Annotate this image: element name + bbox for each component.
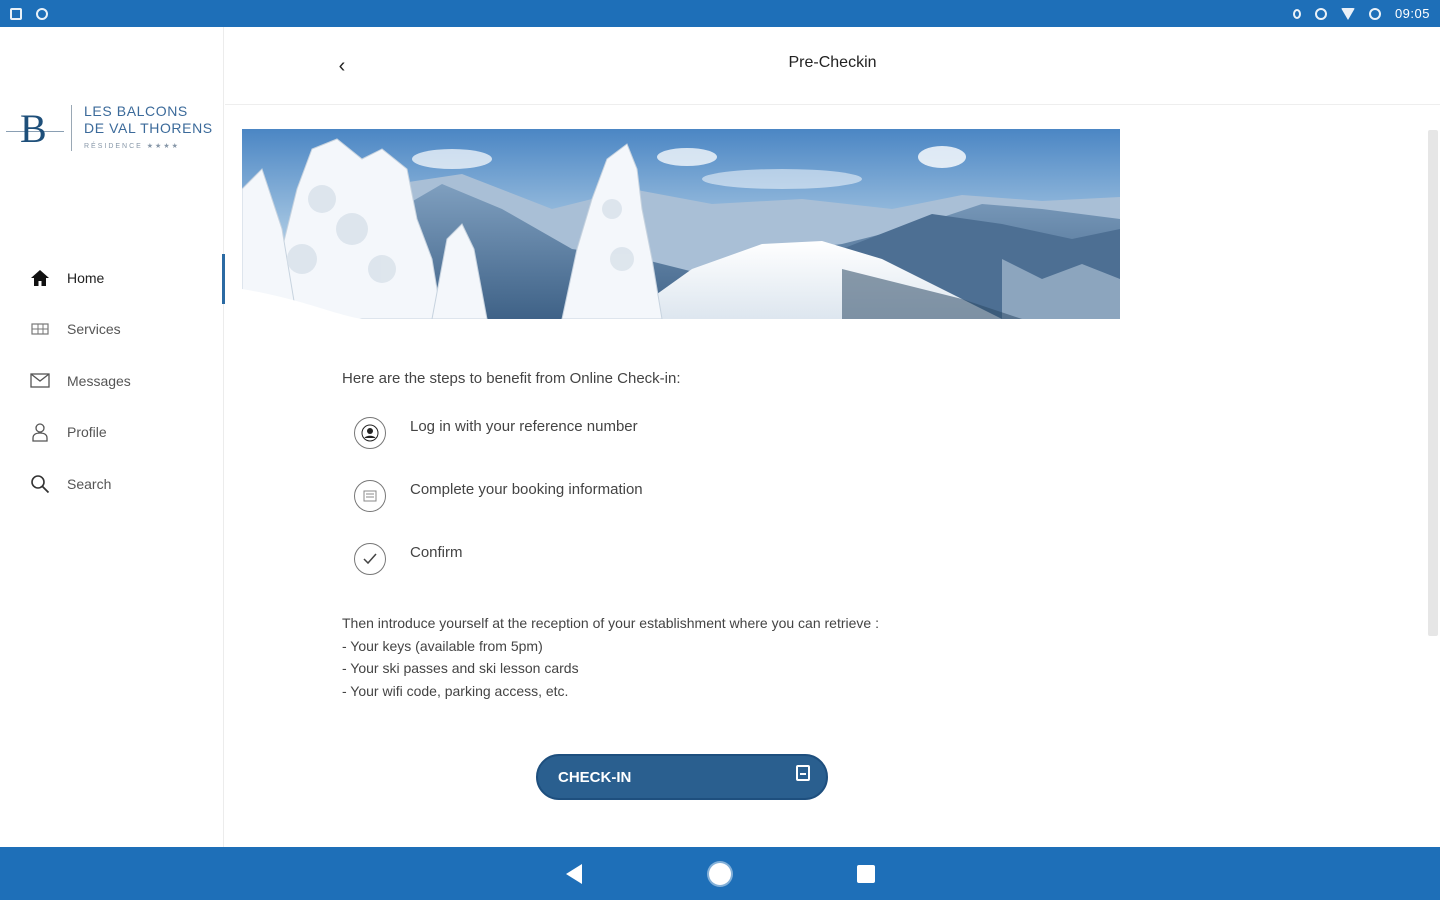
checkin-button-label: CHECK-IN (558, 768, 632, 786)
home-circle-icon (709, 862, 731, 885)
mail-icon (29, 371, 51, 391)
battery-icon (1368, 7, 1381, 20)
brand-logo[interactable]: B LES BALCONS DE VAL THORENS RÉSIDENCE ★… (0, 99, 224, 169)
person-icon (29, 422, 51, 442)
wifi-icon (1340, 7, 1355, 20)
form-icon (354, 480, 386, 512)
logo-letter: B (20, 106, 47, 151)
search-icon (29, 474, 51, 494)
android-nav-bar (0, 847, 1440, 900)
status-right: 09:05 (1292, 6, 1430, 21)
gallery-notification-icon (10, 7, 22, 20)
logo-divider (71, 105, 72, 151)
retrieve-intro: Then introduce yourself at the reception… (342, 615, 879, 631)
home-icon (29, 268, 51, 288)
sidebar-item-services[interactable]: Services (0, 304, 224, 356)
status-left (10, 7, 48, 20)
check-icon (354, 543, 386, 575)
user-icon (354, 417, 386, 449)
retrieve-item: - Your wifi code, parking access, etc. (342, 682, 569, 699)
step-label: Complete your booking information (410, 481, 643, 498)
sidebar-item-label: Profile (67, 424, 107, 441)
page-header: ‹ Pre-Checkin (225, 27, 1440, 105)
sidebar-item-label: Messages (67, 372, 131, 389)
data-saver-icon (1314, 7, 1327, 20)
step-label: Log in with your reference number (410, 418, 638, 435)
sidebar-item-search[interactable]: Search (0, 458, 224, 510)
checkin-button[interactable]: CHECK-IN (536, 754, 828, 800)
brand-subtitle: RÉSIDENCE ★★★★ (84, 143, 180, 150)
steps-list: Log in with your reference number Comple… (342, 412, 643, 601)
services-icon (29, 319, 51, 339)
sidebar-item-label: Services (67, 321, 121, 338)
brand-name: LES BALCONS DE VAL THORENS (84, 103, 213, 137)
page-title: Pre-Checkin (225, 54, 1440, 72)
nav-back-button[interactable] (559, 859, 589, 889)
scrollbar[interactable] (1428, 130, 1438, 636)
app-notification-icon (36, 7, 48, 20)
nav-home-button[interactable] (705, 859, 735, 889)
back-triangle-icon (566, 863, 582, 884)
retrieve-item: - Your ski passes and ski lesson cards (342, 660, 579, 676)
page-title-text: Pre-Checkin (788, 54, 877, 71)
step-label: Confirm (410, 544, 463, 561)
brand-name-line2: DE VAL THORENS (84, 120, 213, 136)
intro-text: Here are the steps to benefit from Onlin… (342, 370, 681, 387)
brand-name-line1: LES BALCONS (84, 103, 188, 119)
sidebar-item-label: Search (67, 475, 112, 492)
list-item: Complete your booking information (342, 475, 643, 538)
sidebar-item-profile[interactable]: Profile (0, 407, 224, 459)
sidebar-nav: Home Services Messages Profile Search (0, 252, 225, 510)
sidebar-item-messages[interactable]: Messages (0, 355, 224, 407)
logo-mark: B (6, 109, 64, 149)
recents-square-icon (857, 864, 875, 883)
list-item: Log in with your reference number (342, 412, 638, 475)
main-content[interactable]: Here are the steps to benefit from Onlin… (225, 106, 1425, 847)
snowy-mountains-image (242, 129, 1120, 319)
sidebar-item-label: Home (67, 269, 105, 286)
nav-recents-button[interactable] (851, 859, 881, 889)
hero-image (242, 129, 1120, 319)
document-icon (796, 765, 810, 781)
status-time: 09:05 (1394, 6, 1430, 21)
bluetooth-icon (1292, 8, 1301, 19)
retrieve-info: Then introduce yourself at the reception… (342, 612, 879, 702)
list-item: Confirm (342, 538, 463, 601)
sidebar: B LES BALCONS DE VAL THORENS RÉSIDENCE ★… (0, 27, 225, 847)
status-bar: 09:05 (0, 0, 1440, 27)
sidebar-item-home[interactable]: Home (0, 252, 225, 304)
retrieve-item: - Your keys (available from 5pm) (342, 637, 543, 654)
